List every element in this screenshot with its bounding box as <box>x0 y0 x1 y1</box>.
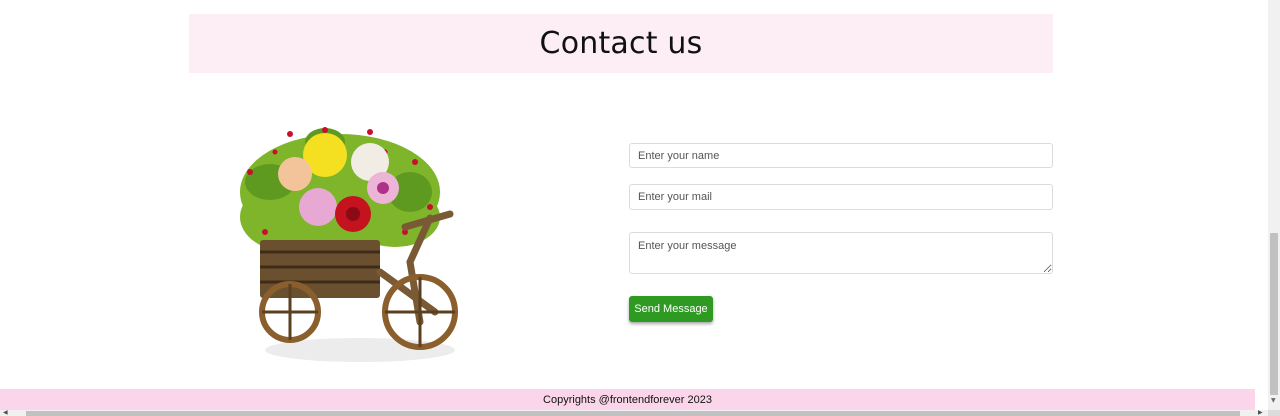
contact-header: Contact us <box>189 14 1053 73</box>
scroll-down-arrow-icon[interactable]: ▼ <box>1271 398 1276 404</box>
horizontal-scrollbar[interactable]: ◀ ▶ <box>0 410 1268 416</box>
email-input[interactable] <box>629 184 1053 210</box>
scroll-left-arrow-icon[interactable]: ◀ <box>3 410 8 416</box>
scrollbar-corner <box>1268 410 1280 416</box>
copyright-text: Copyrights @frontendforever 2023 <box>543 393 712 406</box>
footer: Copyrights @frontendforever 2023 <box>0 389 1255 410</box>
scroll-right-arrow-icon[interactable]: ▶ <box>1258 410 1263 416</box>
send-message-button[interactable]: Send Message <box>629 296 713 322</box>
horizontal-scrollbar-thumb[interactable] <box>26 411 1240 416</box>
contact-page: Contact us Enter your name Enter your ma… <box>0 0 1280 416</box>
page-title: Contact us <box>539 26 703 61</box>
name-input[interactable] <box>629 143 1053 168</box>
flower-cart-illustration <box>240 127 458 362</box>
vertical-scrollbar[interactable]: ▼ <box>1268 0 1280 410</box>
message-textarea[interactable] <box>629 232 1053 274</box>
vertical-scrollbar-thumb[interactable] <box>1270 233 1278 395</box>
